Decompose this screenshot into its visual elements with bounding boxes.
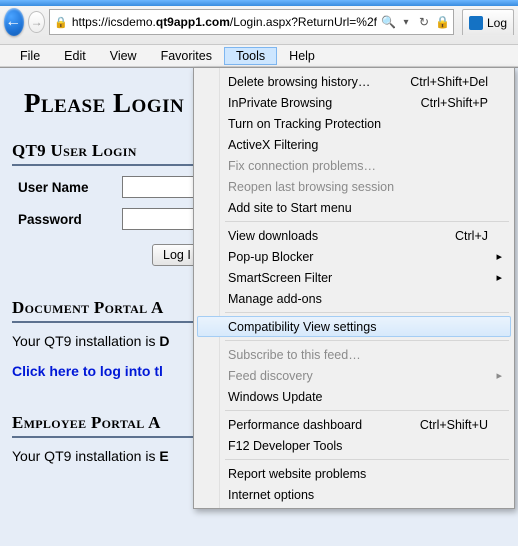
username-label: User Name bbox=[18, 180, 108, 195]
menu-file[interactable]: File bbox=[8, 47, 52, 65]
lock-icon: 🔒 bbox=[435, 15, 449, 29]
menu-add-start[interactable]: Add site to Start menu bbox=[197, 197, 511, 218]
password-label: Password bbox=[18, 212, 108, 227]
separator bbox=[225, 312, 509, 313]
menu-tools[interactable]: Tools bbox=[224, 47, 277, 65]
forward-button[interactable]: → bbox=[28, 11, 45, 33]
menu-view-downloads[interactable]: View downloadsCtrl+J bbox=[197, 225, 511, 246]
menu-report-problems[interactable]: Report website problems bbox=[197, 463, 511, 484]
dropdown-icon[interactable]: ▾ bbox=[399, 17, 413, 28]
browser-toolbar: ← → 🔒 https://icsdemo.qt9app1.com/Login.… bbox=[0, 0, 518, 45]
menu-fix-connection: Fix connection problems… bbox=[197, 155, 511, 176]
menu-help[interactable]: Help bbox=[277, 47, 327, 65]
lock-icon: 🔒 bbox=[54, 16, 68, 29]
back-button[interactable]: ← bbox=[4, 8, 24, 36]
arrow-right-icon: → bbox=[31, 15, 43, 29]
separator bbox=[225, 221, 509, 222]
menu-f12-tools[interactable]: F12 Developer Tools bbox=[197, 435, 511, 456]
arrow-left-icon: ← bbox=[5, 14, 21, 30]
menu-delete-history[interactable]: Delete browsing history…Ctrl+Shift+Del bbox=[197, 71, 511, 92]
address-bar[interactable]: 🔒 https://icsdemo.qt9app1.com/Login.aspx… bbox=[49, 9, 454, 35]
menu-bar: File Edit View Favorites Tools Help bbox=[0, 45, 518, 67]
menu-feed-discovery: Feed discovery bbox=[197, 365, 511, 386]
menu-subscribe-feed: Subscribe to this feed… bbox=[197, 344, 511, 365]
menu-favorites[interactable]: Favorites bbox=[149, 47, 224, 65]
menu-internet-options[interactable]: Internet options bbox=[197, 484, 511, 505]
menu-edit[interactable]: Edit bbox=[52, 47, 98, 65]
refresh-icon[interactable]: ↻ bbox=[417, 15, 431, 29]
separator bbox=[225, 340, 509, 341]
menu-compatibility-view[interactable]: Compatibility View settings bbox=[197, 316, 511, 337]
menu-reopen-session: Reopen last browsing session bbox=[197, 176, 511, 197]
url-text: https://icsdemo.qt9app1.com/Login.aspx?R… bbox=[72, 15, 377, 29]
menu-windows-update[interactable]: Windows Update bbox=[197, 386, 511, 407]
browser-tab[interactable]: Log bbox=[462, 9, 514, 35]
menu-popup-blocker[interactable]: Pop-up Blocker bbox=[197, 246, 511, 267]
tab-label: Log bbox=[487, 16, 507, 30]
separator bbox=[225, 459, 509, 460]
menu-view[interactable]: View bbox=[98, 47, 149, 65]
menu-inprivate[interactable]: InPrivate BrowsingCtrl+Shift+P bbox=[197, 92, 511, 113]
menu-performance-dashboard[interactable]: Performance dashboardCtrl+Shift+U bbox=[197, 414, 511, 435]
separator bbox=[225, 410, 509, 411]
tab-favicon bbox=[469, 16, 483, 30]
tab-strip: Log bbox=[462, 9, 514, 35]
menu-tracking-protection[interactable]: Turn on Tracking Protection bbox=[197, 113, 511, 134]
menu-activex[interactable]: ActiveX Filtering bbox=[197, 134, 511, 155]
search-icon[interactable]: 🔍 bbox=[381, 15, 395, 29]
tools-dropdown: Delete browsing history…Ctrl+Shift+Del I… bbox=[193, 67, 515, 509]
menu-smartscreen[interactable]: SmartScreen Filter bbox=[197, 267, 511, 288]
menu-manage-addons[interactable]: Manage add-ons bbox=[197, 288, 511, 309]
